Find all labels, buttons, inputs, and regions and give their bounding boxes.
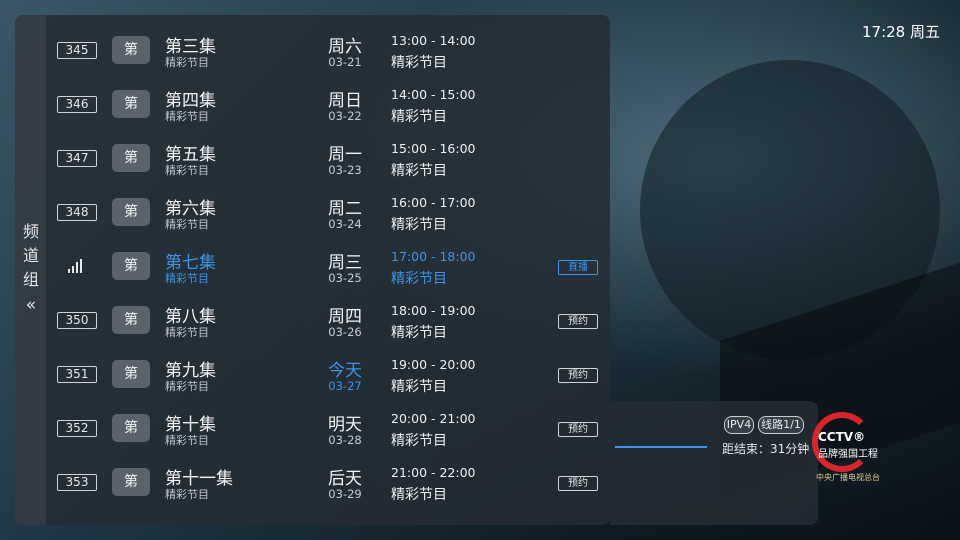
channel-logo: CCTV® 品牌强国工程 中央广播电视总台	[812, 412, 890, 484]
logo-org: 中央广播电视总台	[816, 473, 880, 482]
channel-number: 348	[57, 204, 97, 221]
date-label: 03-26	[328, 325, 362, 339]
program-name: 精彩节目	[391, 433, 447, 449]
channel-number: 345	[57, 42, 97, 59]
time-remaining: 距结束：31分钟	[722, 442, 810, 456]
date-label: 03-22	[328, 109, 362, 123]
reserve-button[interactable]: 预约	[558, 422, 598, 437]
episode-subtitle: 精彩节目	[165, 326, 209, 339]
weekday-label: 周四	[328, 307, 362, 327]
weekday-label: 周三	[328, 253, 362, 273]
signal-bar	[76, 262, 78, 273]
program-name: 精彩节目	[391, 109, 447, 125]
program-row[interactable]: 347 第第五集 精彩节目 周一 03-23 15:00 - 16:00 精彩节目	[46, 131, 610, 185]
program-row[interactable]: 346 第第四集 精彩节目 周日 03-22 14:00 - 15:00 精彩节目	[46, 77, 610, 131]
signal-bar	[80, 259, 82, 273]
date-label: 03-28	[328, 433, 362, 447]
weekday-label: 今天	[328, 361, 362, 381]
sequence-badge: 第	[112, 252, 150, 280]
episode-subtitle: 精彩节目	[165, 110, 209, 123]
time-range: 20:00 - 21:00	[391, 411, 476, 426]
channel-number: 347	[57, 150, 97, 167]
program-row[interactable]: 345 第第三集 精彩节目 周六 03-21 13:00 - 14:00 精彩节目	[46, 23, 610, 77]
episode-subtitle: 精彩节目	[165, 380, 209, 393]
weekday-label: 明天	[328, 415, 362, 435]
sequence-badge: 第	[112, 36, 150, 64]
date-label: 03-24	[328, 217, 362, 231]
ipv-badge: IPV4	[724, 416, 754, 434]
weekday-label: 后天	[328, 469, 362, 489]
program-name: 精彩节目	[391, 379, 447, 395]
logo-slogan: 品牌强国工程	[818, 449, 878, 460]
weekday-label: 周二	[328, 199, 362, 219]
episode-subtitle: 精彩节目	[165, 164, 209, 177]
program-row[interactable]: 350 第第八集 精彩节目 周四 03-26 18:00 - 19:00 精彩节目 预约	[46, 293, 610, 347]
program-name: 精彩节目	[391, 217, 447, 233]
time-range: 14:00 - 15:00	[391, 87, 476, 102]
channel-group-label[interactable]: 频道组	[21, 220, 41, 292]
episode-subtitle: 精彩节目	[165, 56, 209, 69]
date-label: 03-27	[328, 379, 362, 393]
signal-bar	[68, 269, 70, 273]
reserve-button[interactable]: 预约	[558, 314, 598, 329]
channel-number: 350	[57, 312, 97, 329]
weekday-label: 周六	[328, 37, 362, 57]
program-name: 精彩节目	[391, 325, 447, 341]
sequence-badge: 第	[112, 468, 150, 496]
channel-number: 352	[57, 420, 97, 437]
clock: 17:28 周五	[862, 23, 940, 41]
date-label: 03-29	[328, 487, 362, 501]
program-row[interactable]: 348 第第六集 精彩节目 周二 03-24 16:00 - 17:00 精彩节目	[46, 185, 610, 239]
weekday-label: 周日	[328, 91, 362, 111]
time-range: 19:00 - 20:00	[391, 357, 476, 372]
program-name: 精彩节目	[391, 487, 447, 503]
program-row[interactable]: 353 第第十一集 精彩节目 后天 03-29 21:00 - 22:00 精彩节目 预约	[46, 455, 610, 509]
time-range: 21:00 - 22:00	[391, 465, 476, 480]
episode-subtitle: 精彩节目	[165, 218, 209, 231]
program-row[interactable]: 第第七集 精彩节目 周三 03-25 17:00 - 18:00 精彩节目 直播	[46, 239, 610, 293]
date-label: 03-23	[328, 163, 362, 177]
channel-number: 353	[57, 474, 97, 491]
program-row[interactable]: 351 第第九集 精彩节目 今天 03-27 19:00 - 20:00 精彩节目 预约	[46, 347, 610, 401]
sequence-badge: 第	[112, 198, 150, 226]
program-row[interactable]: 352 第第十集 精彩节目 明天 03-28 20:00 - 21:00 精彩节目 预约	[46, 401, 610, 455]
date-label: 03-21	[328, 55, 362, 69]
sequence-badge: 第	[112, 144, 150, 172]
logo-name: CCTV®	[818, 430, 866, 444]
reserve-button[interactable]: 预约	[558, 368, 598, 383]
sequence-badge: 第	[112, 306, 150, 334]
signal-bar	[72, 266, 74, 273]
channel-number: 346	[57, 96, 97, 113]
time-range: 16:00 - 17:00	[391, 195, 476, 210]
collapse-icon[interactable]: «	[21, 295, 41, 315]
program-name: 精彩节目	[391, 55, 447, 71]
line-badge[interactable]: 线路1/1	[758, 416, 804, 434]
time-range: 17:00 - 18:00	[391, 249, 476, 264]
time-range: 18:00 - 19:00	[391, 303, 476, 318]
program-name: 精彩节目	[391, 163, 447, 179]
reserve-button[interactable]: 预约	[558, 476, 598, 491]
sequence-badge: 第	[112, 360, 150, 388]
date-label: 03-25	[328, 271, 362, 285]
playing-signal-icon	[68, 259, 86, 273]
sequence-badge: 第	[112, 414, 150, 442]
progress-bar	[615, 446, 707, 448]
episode-subtitle: 精彩节目	[165, 488, 209, 501]
episode-subtitle: 精彩节目	[165, 434, 209, 447]
program-name: 精彩节目	[391, 271, 447, 287]
live-button[interactable]: 直播	[558, 260, 598, 275]
time-range: 15:00 - 16:00	[391, 141, 476, 156]
episode-subtitle: 精彩节目	[165, 272, 209, 285]
sequence-badge: 第	[112, 90, 150, 118]
channel-number: 351	[57, 366, 97, 383]
weekday-label: 周一	[328, 145, 362, 165]
time-range: 13:00 - 14:00	[391, 33, 476, 48]
